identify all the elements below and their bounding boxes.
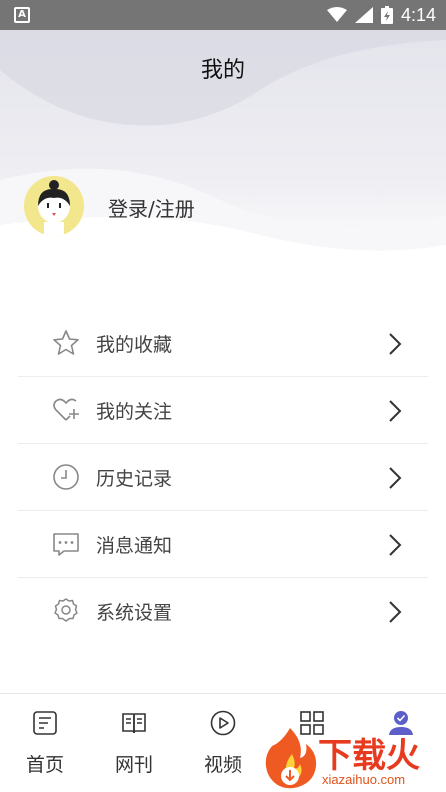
wifi-icon xyxy=(326,7,347,22)
notification-a-icon: A xyxy=(14,7,30,23)
home-doc-icon xyxy=(33,711,57,735)
battery-icon xyxy=(380,6,393,24)
status-bar: A 4:14 xyxy=(0,0,446,30)
watermark: 下载火 xiazaihuo.com xyxy=(262,724,446,792)
menu-label: 系统设置 xyxy=(96,602,173,624)
star-icon xyxy=(53,330,79,355)
chevron-right-icon xyxy=(389,333,402,355)
watermark-url: xiazaihuo.com xyxy=(322,772,406,787)
heart-plus-icon xyxy=(53,398,79,421)
tab-label: 网刊 xyxy=(114,754,153,776)
tab-label: 首页 xyxy=(25,754,64,776)
message-icon xyxy=(53,533,79,556)
clock-icon xyxy=(53,464,79,490)
menu-label: 我的关注 xyxy=(96,400,173,423)
play-icon xyxy=(210,710,236,736)
flame-logo-icon xyxy=(265,728,317,789)
tab-journal[interactable]: 网刊 xyxy=(89,694,179,792)
avatar-girl-icon xyxy=(24,176,84,236)
book-icon xyxy=(122,713,146,734)
clock-time: 4:14 xyxy=(400,4,436,25)
gear-icon xyxy=(54,598,78,622)
menu-label: 我的收藏 xyxy=(96,333,173,356)
tab-video[interactable]: 视频 xyxy=(178,694,268,792)
menu-item-notifications[interactable]: 消息通知 xyxy=(18,511,428,578)
chevron-right-icon xyxy=(389,467,402,489)
menu-item-following[interactable]: 我的关注 xyxy=(18,377,428,444)
menu-item-favorites[interactable]: 我的收藏 xyxy=(18,310,428,377)
status-indicators: 4:14 xyxy=(326,0,436,30)
menu-item-history[interactable]: 历史记录 xyxy=(18,444,428,511)
menu-item-settings[interactable]: 系统设置 xyxy=(18,578,428,645)
watermark-text: 下载火 xyxy=(318,736,420,776)
tab-home[interactable]: 首页 xyxy=(0,694,90,792)
tab-label: 视频 xyxy=(203,754,242,776)
page-title: 我的 xyxy=(200,58,245,83)
signal-icon xyxy=(354,7,373,23)
chevron-right-icon xyxy=(389,534,402,556)
chevron-right-icon xyxy=(389,601,402,623)
profile-menu: 我的收藏 我的关注 历史记录 消息通知 系统设置 xyxy=(18,310,428,645)
login-register-link[interactable]: 登录/注册 xyxy=(108,193,195,222)
chevron-right-icon xyxy=(389,400,402,422)
avatar[interactable] xyxy=(24,176,84,236)
menu-label: 历史记录 xyxy=(96,467,173,490)
menu-label: 消息通知 xyxy=(96,534,173,557)
